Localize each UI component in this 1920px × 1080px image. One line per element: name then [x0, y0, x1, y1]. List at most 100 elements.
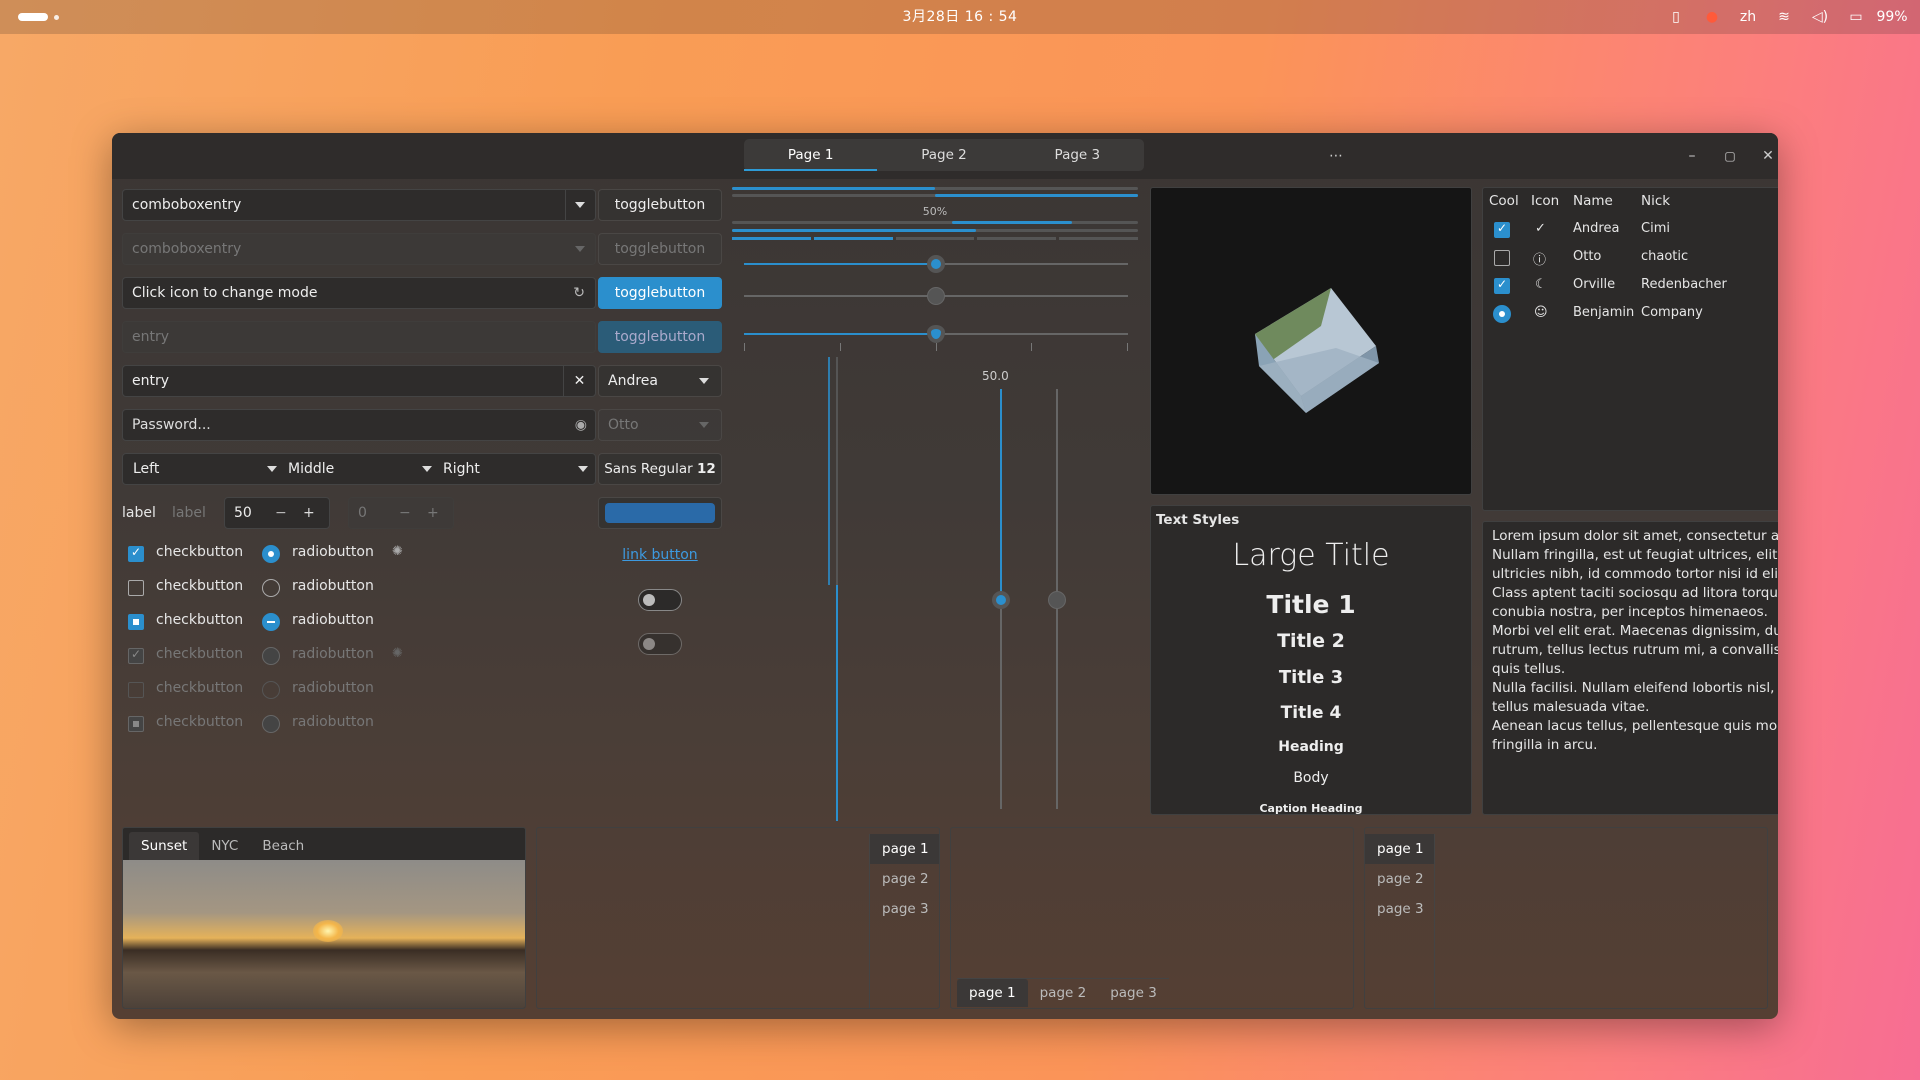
entry-field[interactable]: entry ✕ — [122, 365, 596, 397]
combo-andrea-value: Andrea — [608, 373, 658, 389]
font-button[interactable]: Sans Regular 12 — [598, 453, 722, 485]
tab-page-3[interactable]: page 3 — [1365, 894, 1434, 924]
large-title: Large Title — [1232, 538, 1390, 573]
battery-icon[interactable]: ▭ — [1838, 9, 1874, 25]
title-4: Title 4 — [1280, 703, 1342, 723]
toggle-button[interactable]: togglebutton — [598, 189, 722, 221]
table-row[interactable]: ⓘ Otto chaotic — [1483, 244, 1778, 272]
scale-2-handle[interactable] — [927, 287, 945, 305]
vertical-scale-1-handle[interactable] — [992, 591, 1010, 609]
tab-nyc[interactable]: NYC — [199, 832, 250, 860]
table-row[interactable]: ☺ Benjamin Company — [1483, 300, 1778, 328]
app-indicator-icon[interactable]: ● — [1694, 9, 1730, 25]
color-swatch — [605, 503, 715, 523]
tab-sunset[interactable]: Sunset — [129, 832, 200, 860]
combobox-entry[interactable]: comboboxentry — [122, 189, 596, 221]
top-panel: 3月28日 16 : 54 ▯ ● zh ≋ ◁) ▭ 99% — [0, 0, 1920, 34]
combobox-entry-disabled-value: comboboxentry — [132, 241, 242, 257]
radio-unselected[interactable] — [262, 579, 280, 597]
scale-1-handle[interactable] — [927, 255, 945, 273]
radiobutton-label[interactable]: radiobutton — [292, 612, 374, 628]
tab-beach[interactable]: Beach — [250, 832, 316, 860]
font-size: 12 — [697, 461, 716, 477]
table-row[interactable]: ✓ ✓ Andrea Cimi — [1483, 216, 1778, 244]
tab-page-2[interactable]: Page 2 — [877, 139, 1010, 171]
row-name: Andrea — [1573, 221, 1620, 236]
plus-icon[interactable]: + — [303, 498, 315, 528]
progress-bar-1 — [732, 187, 1138, 190]
combo-right[interactable]: Right — [443, 454, 480, 484]
image-notebook: Sunset NYC Beach — [122, 827, 526, 1009]
checkbox-mixed[interactable] — [128, 614, 144, 630]
combo-left[interactable]: Left — [133, 454, 159, 484]
radiobutton-label: radiobutton — [292, 680, 374, 696]
input-method-label[interactable]: zh — [1730, 9, 1766, 25]
column-icon[interactable]: Icon — [1525, 188, 1567, 214]
tab-page-1[interactable]: Page 1 — [744, 139, 878, 171]
tab-page-2[interactable]: page 2 — [870, 864, 939, 894]
minus-icon[interactable]: − — [275, 498, 287, 528]
column-cool[interactable]: Cool — [1483, 188, 1525, 214]
refresh-icon[interactable]: ↻ — [573, 278, 585, 308]
spinbutton[interactable]: 50 − + — [224, 497, 330, 529]
stack-switcher: Page 1 Page 2 Page 3 — [744, 139, 1144, 171]
tab-page-1[interactable]: page 1 — [957, 979, 1028, 1007]
minimize-button[interactable]: – — [1678, 143, 1706, 169]
checkbutton-label[interactable]: checkbutton — [156, 578, 243, 594]
maximize-button[interactable]: ▢ — [1716, 143, 1744, 169]
tab-page-2[interactable]: page 2 — [1365, 864, 1434, 894]
clock[interactable]: 3月28日 16 : 54 — [0, 0, 1920, 34]
column-name[interactable]: Name — [1567, 188, 1635, 214]
clear-icon[interactable]: ✕ — [563, 366, 595, 396]
close-button[interactable]: ✕ — [1754, 143, 1778, 169]
scale-3-handle[interactable] — [927, 325, 945, 343]
radiobutton-label[interactable]: radiobutton — [292, 578, 374, 594]
volume-icon[interactable]: ◁) — [1802, 9, 1838, 25]
row-nick: Redenbacher — [1641, 277, 1727, 292]
combobox-dropdown-button[interactable] — [565, 190, 595, 220]
combo-middle[interactable]: Middle — [288, 454, 334, 484]
radiobutton-label[interactable]: radiobutton — [292, 544, 374, 560]
link-button[interactable]: link button — [598, 547, 722, 563]
clipboard-icon[interactable]: ▯ — [1658, 9, 1694, 25]
column-nick[interactable]: Nick — [1635, 188, 1735, 214]
switch-off[interactable] — [638, 589, 682, 611]
chevron-down-icon — [575, 246, 585, 252]
more-icon[interactable]: ⋯ — [1322, 143, 1350, 169]
wifi-icon[interactable]: ≋ — [1766, 9, 1802, 25]
tab-page-3[interactable]: page 3 — [870, 894, 939, 924]
tree-view-rows: ✓ ✓ Andrea Cimi ⓘ Otto chaotic ✓ ☾ Orvil… — [1483, 216, 1778, 328]
row-nick: chaotic — [1641, 249, 1689, 264]
toggle-button-active-disabled: togglebutton — [598, 321, 722, 353]
row-name: Benjamin — [1573, 305, 1635, 320]
tab-page-1[interactable]: page 1 — [1365, 834, 1434, 864]
tab-page-2[interactable]: page 2 — [1028, 979, 1099, 1007]
mode-entry[interactable]: Click icon to change mode ↻ — [122, 277, 596, 309]
vertical-tabs: page 1 page 2 page 3 — [1365, 834, 1435, 1008]
chevron-down-icon — [699, 378, 709, 384]
spinner-icon: ✺ — [392, 544, 403, 559]
checkbutton-label[interactable]: checkbutton — [156, 612, 243, 628]
tab-page-3[interactable]: Page 3 — [1011, 139, 1144, 171]
title-2: Title 2 — [1277, 630, 1345, 652]
checkbox-checked[interactable]: ✓ — [128, 545, 144, 562]
label-disabled: label — [172, 505, 206, 521]
color-button[interactable] — [598, 497, 722, 529]
header-bar: Page 1 Page 2 Page 3 ⋯ – ▢ ✕ — [112, 133, 1778, 179]
password-field[interactable]: Password... ◉ — [122, 409, 596, 441]
tab-page-3[interactable]: page 3 — [1098, 979, 1169, 1007]
toggle-button-active[interactable]: togglebutton — [598, 277, 722, 309]
plus-icon: + — [427, 505, 439, 521]
check-icon: ✓ — [1535, 221, 1546, 236]
tab-page-1[interactable]: page 1 — [870, 834, 939, 864]
vertical-scale-2-handle[interactable] — [1048, 591, 1066, 609]
checkbutton-label[interactable]: checkbutton — [156, 544, 243, 560]
radiobutton-label: radiobutton — [292, 646, 374, 662]
checkbox-unchecked[interactable] — [128, 580, 144, 596]
radio-selected[interactable] — [262, 545, 280, 563]
table-row[interactable]: ✓ ☾ Orville Redenbacher — [1483, 272, 1778, 300]
eye-icon[interactable]: ◉ — [575, 410, 587, 440]
caption-heading: Caption Heading — [1259, 802, 1363, 815]
combo-andrea[interactable]: Andrea — [598, 365, 722, 397]
radio-mixed[interactable] — [262, 613, 280, 631]
